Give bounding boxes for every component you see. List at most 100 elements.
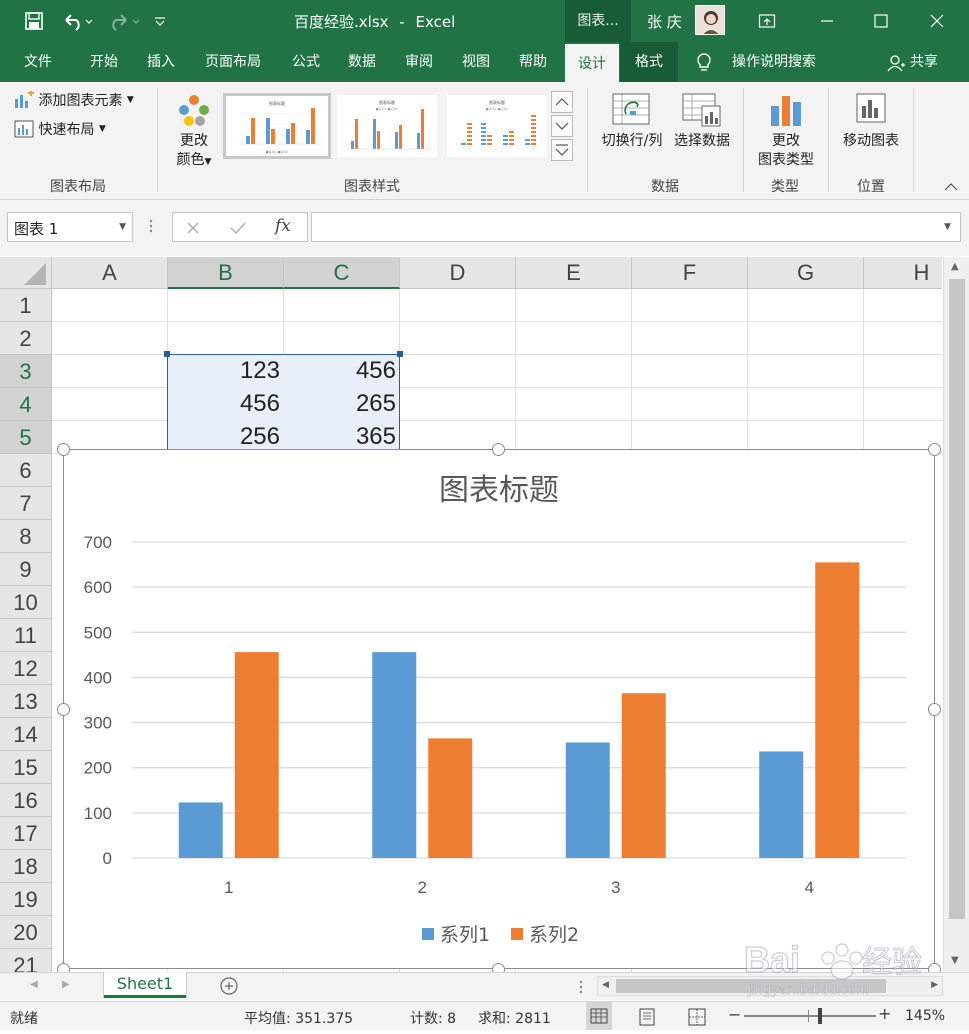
row-header[interactable]: 13 xyxy=(0,685,52,718)
row-header[interactable]: 11 xyxy=(0,619,52,652)
maximize-icon[interactable] xyxy=(872,12,890,30)
user-name[interactable]: 张 庆 xyxy=(647,11,682,32)
move-chart-button[interactable]: 移动图表 xyxy=(836,88,906,168)
scroll-thumb[interactable] xyxy=(949,279,965,919)
row-header[interactable]: 21 xyxy=(0,949,52,972)
tab-view[interactable]: 视图 xyxy=(448,42,504,82)
row-header[interactable]: 6 xyxy=(0,454,52,487)
customize-qat-icon[interactable] xyxy=(152,13,168,29)
undo-icon[interactable] xyxy=(62,11,96,31)
zoom-slider[interactable] xyxy=(744,1008,876,1024)
row-header[interactable]: 16 xyxy=(0,784,52,817)
tab-data[interactable]: 数据 xyxy=(334,42,390,82)
row-header[interactable]: 1 xyxy=(0,289,52,322)
normal-view-icon[interactable] xyxy=(586,1002,612,1030)
row-header[interactable]: 17 xyxy=(0,817,52,850)
page-break-view-icon[interactable] xyxy=(686,1006,708,1028)
column-header[interactable]: A xyxy=(52,257,168,289)
tell-me-search[interactable]: 操作说明搜索 xyxy=(722,42,826,82)
status-sum[interactable]: 求和: 2811 xyxy=(478,1008,551,1028)
switch-row-column-button[interactable]: 切换行/列 xyxy=(598,88,666,168)
name-box[interactable]: 图表 1 ▼ xyxy=(7,212,133,242)
chart-style-3[interactable]: 图表标题 ■系列1 ■系列2 xyxy=(447,95,547,157)
status-count[interactable]: 计数: 8 xyxy=(410,1008,456,1028)
cell-C4[interactable]: 265 xyxy=(284,390,396,418)
zoom-in-icon[interactable]: + xyxy=(878,1004,891,1023)
row-header[interactable]: 20 xyxy=(0,916,52,949)
resize-handle[interactable] xyxy=(928,703,941,716)
chart-style-1[interactable]: 图表标题 ■系列1 ■系列2 xyxy=(223,93,331,159)
save-icon[interactable] xyxy=(24,11,46,31)
chart-area[interactable]: 图表标题 0 100 200 300 400 500 600 700 1 2 3 4 系列1 系列2 xyxy=(63,449,935,969)
change-colors-button[interactable]: 更改 颜色▼ xyxy=(166,88,222,172)
tab-format[interactable]: 格式 xyxy=(620,42,678,82)
row-header[interactable]: 14 xyxy=(0,718,52,751)
cancel-icon[interactable] xyxy=(185,220,201,236)
row-header[interactable]: 2 xyxy=(0,322,52,355)
tab-help[interactable]: 帮助 xyxy=(505,42,561,82)
sheet-tab-sheet1[interactable]: Sheet1 xyxy=(104,972,186,998)
add-chart-element-button[interactable]: 添加图表元素 ▼ xyxy=(14,90,134,112)
scroll-left-icon[interactable]: ◀ xyxy=(602,980,609,990)
zoom-out-icon[interactable]: − xyxy=(728,1005,741,1024)
cell-C5[interactable]: 365 xyxy=(284,423,396,451)
column-header[interactable]: F xyxy=(632,257,748,289)
column-header[interactable]: B xyxy=(168,257,284,289)
zoom-slider-thumb[interactable] xyxy=(818,1008,822,1024)
row-header[interactable]: 7 xyxy=(0,487,52,520)
formula-input[interactable] xyxy=(311,212,961,242)
resize-handle[interactable] xyxy=(928,443,941,456)
row-header[interactable]: 15 xyxy=(0,751,52,784)
change-chart-type-button[interactable]: 更改 图表类型 xyxy=(752,88,820,172)
row-header[interactable]: 4 xyxy=(0,388,52,421)
enter-icon[interactable] xyxy=(229,220,247,236)
gallery-scroll-down-button[interactable] xyxy=(551,115,573,137)
tab-page-layout[interactable]: 页面布局 xyxy=(196,42,270,82)
resize-handle[interactable] xyxy=(492,443,505,456)
gallery-scroll-up-button[interactable] xyxy=(551,91,573,113)
status-average[interactable]: 平均值: 351.375 xyxy=(244,1008,353,1028)
collapse-ribbon-icon[interactable] xyxy=(942,180,960,194)
row-header[interactable]: 5 xyxy=(0,421,52,454)
next-sheet-icon[interactable]: ▶ xyxy=(62,979,70,990)
vertical-scrollbar[interactable]: ▲ ▼ xyxy=(943,257,969,972)
expand-formula-icon[interactable]: ▼ xyxy=(944,222,951,232)
scroll-down-icon[interactable]: ▼ xyxy=(951,955,959,966)
row-header[interactable]: 8 xyxy=(0,520,52,553)
scroll-up-icon[interactable]: ▲ xyxy=(951,261,959,272)
chevron-down-icon[interactable]: ▼ xyxy=(119,222,126,232)
redo-icon[interactable] xyxy=(106,11,142,31)
tab-review[interactable]: 审阅 xyxy=(391,42,447,82)
row-header[interactable]: 9 xyxy=(0,553,52,586)
avatar[interactable] xyxy=(695,5,725,35)
select-all-button[interactable] xyxy=(0,257,52,289)
column-header[interactable]: H xyxy=(864,257,942,289)
row-header[interactable]: 12 xyxy=(0,652,52,685)
tab-home[interactable]: 开始 xyxy=(76,42,132,82)
gallery-more-button[interactable] xyxy=(551,139,573,161)
cell-C3[interactable]: 456 xyxy=(284,357,396,385)
share-button[interactable]: 共享 xyxy=(906,42,942,82)
chart-style-2[interactable]: 图表标题 ■系列1 ■系列2 xyxy=(337,95,437,157)
quick-layout-button[interactable]: 快速布局 ▼ xyxy=(14,119,106,141)
prev-sheet-icon[interactable]: ◀ xyxy=(30,979,38,990)
row-header[interactable]: 18 xyxy=(0,850,52,883)
ribbon-display-icon[interactable] xyxy=(758,12,776,30)
cell-B5[interactable]: 256 xyxy=(168,423,280,451)
cell-B3[interactable]: 123 xyxy=(168,357,280,385)
column-header[interactable]: G xyxy=(748,257,864,289)
row-header[interactable]: 10 xyxy=(0,586,52,619)
column-header[interactable]: D xyxy=(400,257,516,289)
tab-design[interactable]: 设计 xyxy=(565,44,619,82)
tab-insert[interactable]: 插入 xyxy=(133,42,189,82)
column-header[interactable]: E xyxy=(516,257,632,289)
resize-handle[interactable] xyxy=(57,703,70,716)
column-header[interactable]: C xyxy=(284,257,400,289)
row-header[interactable]: 19 xyxy=(0,883,52,916)
tab-formulas[interactable]: 公式 xyxy=(278,42,334,82)
add-sheet-icon[interactable] xyxy=(219,976,239,996)
page-layout-view-icon[interactable] xyxy=(636,1006,658,1028)
select-data-button[interactable]: 选择数据 xyxy=(670,88,734,168)
resize-handle[interactable] xyxy=(57,443,70,456)
minimize-icon[interactable] xyxy=(818,12,836,30)
